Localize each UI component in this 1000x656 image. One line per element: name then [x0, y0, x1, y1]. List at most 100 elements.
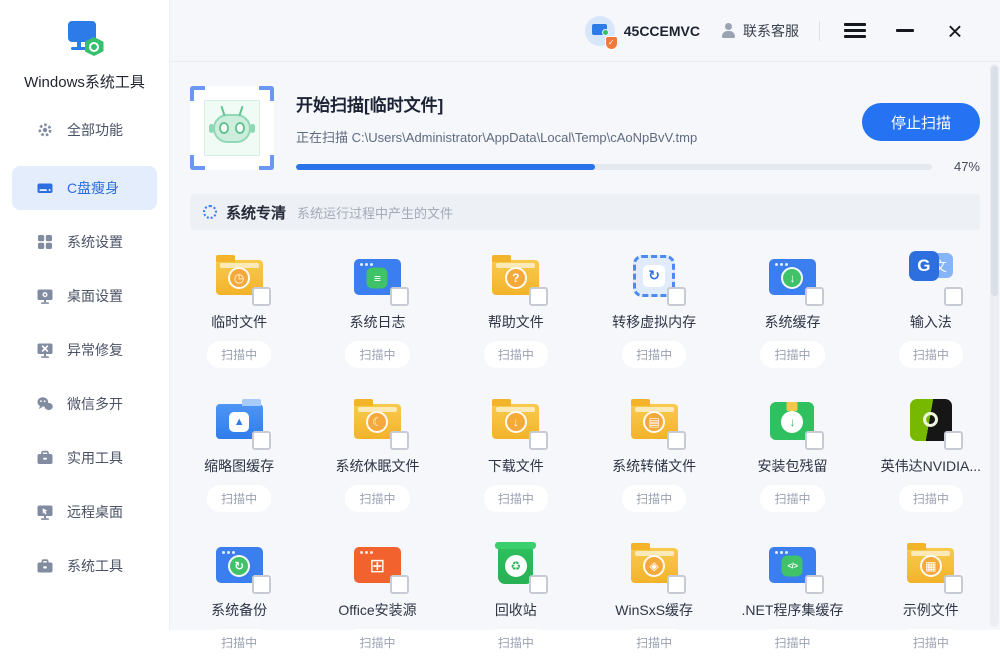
briefcase-icon: [36, 557, 54, 575]
scan-item[interactable]: ◈WinSxS缓存扫描中: [585, 536, 723, 656]
item-checkbox[interactable]: [805, 287, 824, 306]
item-checkbox[interactable]: [805, 431, 824, 450]
app-grid-icon: [36, 233, 54, 251]
scan-item[interactable]: ↻转移虚拟内存扫描中: [585, 248, 723, 368]
progress-bar: [296, 164, 932, 170]
robot-face-icon: [213, 114, 251, 143]
contact-support-button[interactable]: 联系客服: [720, 21, 799, 41]
item-checkbox[interactable]: [252, 431, 271, 450]
item-label: 下载文件: [488, 456, 544, 476]
item-status-badge: 扫描中: [899, 485, 963, 512]
item-checkbox[interactable]: [252, 287, 271, 306]
progress-fill: [296, 164, 595, 170]
item-label: .NET程序集缓存: [742, 600, 844, 620]
item-checkbox[interactable]: [529, 575, 548, 594]
item-label: 英伟达NVIDIA...: [881, 456, 981, 476]
person-icon: [720, 23, 736, 38]
scan-item[interactable]: ⊞Office安装源扫描中: [308, 536, 446, 656]
disk-icon: [36, 179, 54, 197]
scan-item[interactable]: ♻回收站扫描中: [447, 536, 585, 656]
scrollbar[interactable]: [990, 64, 999, 627]
item-status-badge: 扫描中: [345, 341, 409, 368]
scan-item[interactable]: ↻系统备份扫描中: [170, 536, 308, 656]
item-status-badge: 扫描中: [622, 629, 686, 656]
scan-item[interactable]: ◷临时文件扫描中: [170, 248, 308, 368]
item-checkbox[interactable]: [944, 575, 963, 594]
close-icon: ×: [947, 18, 962, 44]
item-checkbox[interactable]: [667, 431, 686, 450]
item-checkbox[interactable]: [390, 575, 409, 594]
sidebar-item-2[interactable]: C盘瘦身: [12, 166, 157, 210]
item-checkbox[interactable]: [390, 431, 409, 450]
item-label: 示例文件: [903, 600, 959, 620]
sidebar-item-label: 桌面设置: [67, 286, 123, 306]
scan-items-grid: ◷临时文件扫描中≡系统日志扫描中?帮助文件扫描中↻转移虚拟内存扫描中↓系统缓存扫…: [170, 248, 1000, 656]
scan-item[interactable]: ↓安装包残留扫描中: [723, 392, 861, 512]
menu-button[interactable]: [840, 16, 870, 46]
item-checkbox[interactable]: [390, 287, 409, 306]
item-status-badge: 扫描中: [207, 629, 271, 656]
section-subtitle: 系统运行过程中产生的文件: [297, 203, 453, 222]
scan-item[interactable]: ↓下载文件扫描中: [447, 392, 585, 512]
item-label: 回收站: [495, 600, 537, 620]
username: 45CCEMVC: [624, 23, 700, 39]
item-label: Office安装源: [338, 600, 416, 620]
item-checkbox[interactable]: [944, 431, 963, 450]
item-status-badge: 扫描中: [484, 341, 548, 368]
account-button[interactable]: ✓ 45CCEMVC: [585, 16, 700, 46]
scan-item[interactable]: ▦示例文件扫描中: [862, 536, 1000, 656]
item-checkbox[interactable]: [529, 431, 548, 450]
progress-row: 47%: [296, 159, 980, 174]
item-checkbox[interactable]: [667, 287, 686, 306]
scan-item[interactable]: 英伟达NVIDIA... 扫描中: [862, 392, 1000, 512]
sidebar-item-label: 实用工具: [67, 448, 123, 468]
scan-item[interactable]: </>.NET程序集缓存扫描中: [723, 536, 861, 656]
scan-header: 开始扫描[临时文件] 正在扫描 C:\Users\Administrator\A…: [190, 86, 980, 174]
item-status-badge: 扫描中: [207, 341, 271, 368]
item-label: 临时文件: [211, 312, 267, 332]
scrollbar-thumb[interactable]: [991, 66, 998, 296]
nvidia-eye-icon: [923, 412, 938, 427]
app-title: Windows系统工具: [0, 71, 169, 92]
item-checkbox[interactable]: [667, 575, 686, 594]
contact-support-label: 联系客服: [743, 21, 799, 41]
sidebar-item-3[interactable]: 系统设置: [12, 220, 157, 264]
scan-item[interactable]: ☾系统休眠文件扫描中: [308, 392, 446, 512]
sidebar-item-9[interactable]: 系统工具: [12, 544, 157, 588]
scan-item[interactable]: ▤系统转储文件扫描中: [585, 392, 723, 512]
scan-item[interactable]: 文G输入法扫描中: [862, 248, 1000, 368]
main-area: ✓ 45CCEMVC 联系客服 ×: [170, 0, 1000, 630]
item-checkbox[interactable]: [944, 287, 963, 306]
scan-item[interactable]: ?帮助文件扫描中: [447, 248, 585, 368]
item-label: 转移虚拟内存: [612, 312, 696, 332]
scan-item[interactable]: ≡系统日志扫描中: [308, 248, 446, 368]
scan-item[interactable]: ↓系统缓存扫描中: [723, 248, 861, 368]
item-checkbox[interactable]: [805, 575, 824, 594]
sidebar-item-6[interactable]: 微信多开: [12, 382, 157, 426]
sidebar-item-8[interactable]: 远程桌面: [12, 490, 157, 534]
sidebar-item-label: 远程桌面: [67, 502, 123, 522]
scan-robot-icon: [190, 86, 274, 170]
stop-scan-button[interactable]: 停止扫描: [862, 103, 980, 141]
sidebar-item-4[interactable]: 桌面设置: [12, 274, 157, 318]
item-label: 安装包残留: [757, 456, 827, 476]
item-status-badge: 扫描中: [760, 629, 824, 656]
sidebar-item-5[interactable]: 异常修复: [12, 328, 157, 372]
minimize-button[interactable]: [890, 16, 920, 46]
sidebar-item-7[interactable]: 实用工具: [12, 436, 157, 480]
item-status-badge: 扫描中: [899, 629, 963, 656]
item-label: 输入法: [910, 312, 952, 332]
close-button[interactable]: ×: [940, 16, 970, 46]
item-status-badge: 扫描中: [622, 485, 686, 512]
item-status-badge: 扫描中: [760, 341, 824, 368]
item-checkbox[interactable]: [252, 575, 271, 594]
toolbox-icon: [36, 449, 54, 467]
item-status-badge: 扫描中: [760, 485, 824, 512]
item-label: 系统备份: [211, 600, 267, 620]
sidebar-item-1[interactable]: 全部功能: [12, 108, 157, 152]
item-checkbox[interactable]: [529, 287, 548, 306]
item-status-badge: 扫描中: [207, 485, 271, 512]
scan-item[interactable]: ▲缩略图缓存扫描中: [170, 392, 308, 512]
sidebar-item-label: 微信多开: [67, 394, 123, 414]
item-status-badge: 扫描中: [622, 341, 686, 368]
